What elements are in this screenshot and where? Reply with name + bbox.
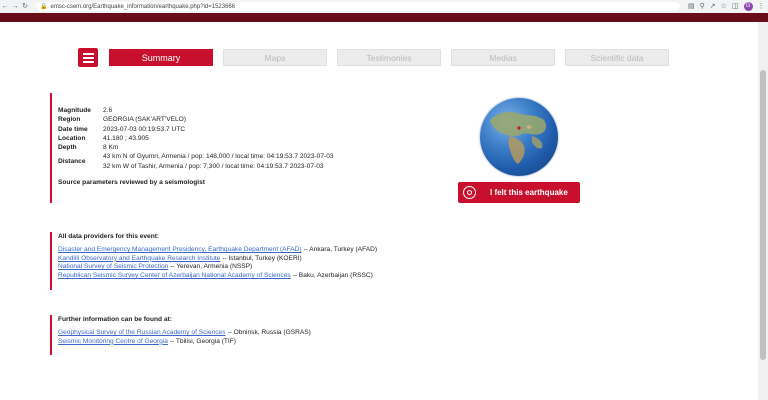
hamburger-icon-bar bbox=[82, 56, 94, 59]
distance-line-1: 43 km N of Gyumri, Armenia / pop: 148,00… bbox=[103, 153, 334, 161]
reviewed-note: Source parameters reviewed by a seismolo… bbox=[58, 179, 205, 187]
felt-earthquake-button[interactable]: I felt this earthquake bbox=[458, 182, 580, 203]
bookmark-star-icon[interactable]: ☆ bbox=[721, 2, 727, 11]
datetime-label: Date time bbox=[58, 125, 88, 133]
list-item: Seismic Monitoring Centre of Georgia -- … bbox=[58, 338, 311, 347]
hamburger-icon-bar bbox=[82, 52, 94, 55]
provider-location: -- Yerevan, Armenia (NSSP) bbox=[170, 263, 253, 271]
list-item: Geophysical Survey of the Russian Academ… bbox=[58, 329, 311, 338]
further-location: -- Tbilisi, Georgia (TIF) bbox=[169, 337, 236, 345]
list-item: Kandilli Observatory and Earthquake Rese… bbox=[58, 255, 377, 264]
further-heading: Further information can be found at: bbox=[58, 316, 172, 323]
list-item: Republican Seismic Survey Center of Azer… bbox=[58, 272, 377, 281]
location-value: 41.180 ; 43.905 bbox=[103, 134, 149, 142]
param-row: Region GEORGIA (SAK'ART'VELO) bbox=[58, 115, 334, 124]
further-link-gsras[interactable]: Geophysical Survey of the Russian Academ… bbox=[58, 329, 226, 336]
target-rings-icon bbox=[463, 186, 476, 199]
lock-icon: 🔒 bbox=[40, 4, 48, 10]
magnitude-label: Magnitude bbox=[58, 107, 91, 114]
further-location: -- Obninsk, Russia (GSRAS) bbox=[227, 329, 311, 336]
param-row: Magnitude 2.6 bbox=[58, 106, 334, 115]
param-row: Location 41.180 ; 43.905 bbox=[58, 134, 334, 143]
provider-link-afad[interactable]: Disaster and Emergency Management Presid… bbox=[58, 246, 302, 253]
share-icon[interactable]: ↗ bbox=[710, 2, 716, 11]
zoom-icon[interactable]: ⚲ bbox=[700, 2, 705, 11]
felt-button-label: I felt this earthquake bbox=[490, 188, 568, 197]
tab-maps[interactable]: Maps bbox=[223, 49, 327, 66]
hamburger-menu-button[interactable] bbox=[78, 48, 98, 67]
profile-avatar[interactable]: G bbox=[743, 2, 753, 11]
browser-toolbar: ← → ↻ 🔒 emsc-csem.org/Earthquake_informa… bbox=[0, 0, 768, 13]
globe-land-icon bbox=[490, 112, 547, 164]
earthquake-parameters: Magnitude 2.6 Region GEORGIA (SAK'ART'VE… bbox=[50, 93, 334, 203]
param-row: Date time 2023-07-03 00:19:53.7 UTC bbox=[58, 125, 334, 134]
scrollbar-thumb[interactable] bbox=[760, 70, 766, 360]
list-item: National Survey of Seismic Protection --… bbox=[58, 263, 377, 272]
location-label: Location bbox=[58, 134, 86, 142]
region-label: Region bbox=[58, 116, 81, 124]
provider-link-koeri[interactable]: Kandilli Observatory and Earthquake Rese… bbox=[58, 255, 220, 262]
tab-medias[interactable]: Medias bbox=[451, 49, 555, 66]
provider-location: -- Ankara, Turkey (AFAD) bbox=[303, 246, 378, 253]
parameters-table: Magnitude 2.6 Region GEORGIA (SAK'ART'VE… bbox=[58, 106, 334, 171]
data-providers: All data providers for this event: Disas… bbox=[50, 232, 377, 290]
tab-summary[interactable]: Summary bbox=[109, 49, 213, 66]
distance-label: Distance bbox=[58, 158, 86, 166]
list-item: Disaster and Emergency Management Presid… bbox=[58, 246, 377, 255]
provider-link-nssp[interactable]: National Survey of Seismic Protection bbox=[58, 263, 168, 270]
param-row: Distance 43 km N of Gyumri, Armenia / po… bbox=[58, 152, 334, 171]
hamburger-icon-bar bbox=[82, 60, 94, 63]
further-link-tif[interactable]: Seismic Monitoring Centre of Georgia bbox=[58, 338, 168, 345]
address-text: emsc-csem.org/Earthquake_information/ear… bbox=[50, 3, 236, 10]
further-information: Further information can be found at: Geo… bbox=[50, 315, 311, 355]
tab-scientific-data[interactable]: Scientific data bbox=[565, 49, 669, 66]
param-row: Depth 8 Km bbox=[58, 143, 334, 152]
providers-heading: All data providers for this event: bbox=[58, 233, 160, 240]
forward-icon[interactable]: → bbox=[10, 0, 20, 13]
depth-label: Depth bbox=[58, 144, 77, 152]
provider-location: -- Istanbul, Turkey (KOERI) bbox=[222, 254, 302, 262]
reload-icon[interactable]: ↻ bbox=[20, 0, 30, 13]
back-icon[interactable]: ← bbox=[0, 0, 10, 13]
magnitude-value: 2.6 bbox=[103, 107, 113, 114]
tab-testimonies[interactable]: Testimonies bbox=[337, 49, 441, 66]
address-bar[interactable]: 🔒 emsc-csem.org/Earthquake_information/e… bbox=[36, 2, 680, 11]
kebab-menu-icon[interactable]: ⋮ bbox=[758, 2, 765, 11]
sidebar-icon[interactable]: ◫ bbox=[732, 2, 739, 11]
info-tabs: Summary Maps Testimonies Medias Scientif… bbox=[109, 49, 679, 66]
depth-value: 8 Km bbox=[103, 144, 119, 152]
provider-link-rssc[interactable]: Republican Seismic Survey Center of Azer… bbox=[58, 272, 291, 279]
site-header-band bbox=[0, 13, 768, 22]
region-value: GEORGIA (SAK'ART'VELO) bbox=[103, 116, 187, 124]
datetime-value: 2023-07-03 00:19:53.7 UTC bbox=[103, 125, 186, 133]
translate-icon[interactable]: ▤ bbox=[688, 2, 695, 11]
provider-location: -- Baku, Azerbaijan (RSSC) bbox=[292, 272, 373, 280]
globe-map[interactable] bbox=[480, 98, 558, 176]
distance-line-2: 32 km W of Tashir, Armenia / pop: 7,300 … bbox=[103, 162, 324, 170]
